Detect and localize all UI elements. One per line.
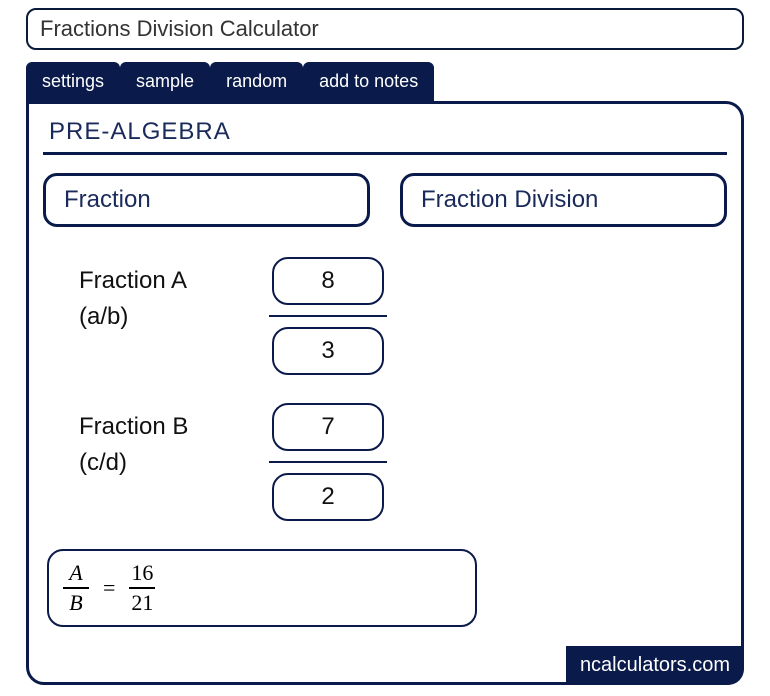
result-box: A B = 16 21 [47,549,477,627]
chip-fraction-division[interactable]: Fraction Division [400,173,727,227]
fraction-b-inputs [269,403,387,521]
fraction-bar-icon [269,461,387,463]
fraction-b-label: Fraction B (c/d) [79,403,269,481]
fraction-a-numerator[interactable] [272,257,384,305]
result-right-fraction: 16 21 [129,561,155,615]
calculator-card: PRE-ALGEBRA Fraction Fraction Division F… [26,101,744,685]
fraction-b-title: Fraction B [79,409,269,445]
fraction-b-denominator[interactable] [272,473,384,521]
fraction-a-row: Fraction A (a/b) [79,257,731,375]
fraction-b-sub: (c/d) [79,445,269,481]
fraction-b-row: Fraction B (c/d) [79,403,731,521]
tab-random[interactable]: random [210,62,303,101]
fraction-a-denominator[interactable] [272,327,384,375]
section-label: PRE-ALGEBRA [43,118,727,155]
result-left-fraction: A B [63,561,89,615]
tab-sample[interactable]: sample [120,62,210,101]
fraction-b-numerator[interactable] [272,403,384,451]
fraction-a-inputs [269,257,387,375]
result-left-bottom: B [69,591,82,615]
brand-badge[interactable]: ncalculators.com [566,646,744,685]
equals-sign: = [103,575,115,601]
page-title: Fractions Division Calculator [26,8,744,50]
chip-fraction[interactable]: Fraction [43,173,370,227]
chip-row: Fraction Fraction Division [43,173,727,227]
fraction-a-title: Fraction A [79,263,269,299]
result-right-top: 16 [131,561,153,585]
tabs-bar: settings sample random add to notes [26,62,770,101]
result-left-top: A [69,561,82,585]
fraction-bar-icon [269,315,387,317]
fraction-a-label: Fraction A (a/b) [79,257,269,335]
fraction-bar-icon [63,587,89,589]
result-right-bottom: 21 [131,591,153,615]
tab-add-to-notes[interactable]: add to notes [303,62,434,101]
tab-settings[interactable]: settings [26,62,120,101]
fraction-a-sub: (a/b) [79,299,269,335]
fraction-bar-icon [129,587,155,589]
